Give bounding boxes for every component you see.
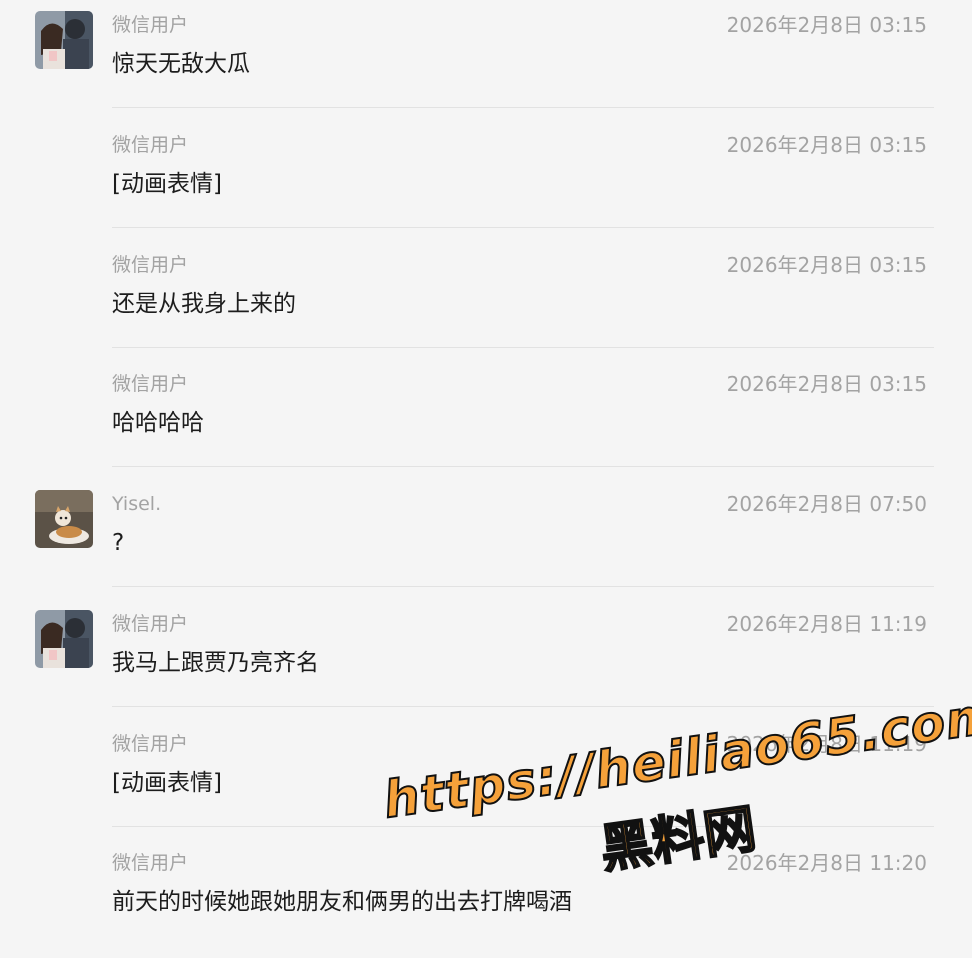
message-text: [动画表情] <box>112 171 222 197</box>
message-text: [动画表情] <box>112 770 222 796</box>
message-item[interactable]: Yisel. 2026年2月8日 07:50 ? <box>0 479 972 599</box>
message-timestamp: 2026年2月8日 11:19 <box>726 732 927 756</box>
message-text: ? <box>112 530 125 556</box>
message-item[interactable]: 微信用户 2026年2月8日 11:19 [动画表情] <box>0 719 972 839</box>
message-timestamp: 2026年2月8日 03:15 <box>726 253 927 277</box>
couple-photo-avatar-icon <box>35 11 93 69</box>
divider <box>112 826 934 827</box>
cat-with-cake-avatar-icon <box>35 490 93 548</box>
message-timestamp: 2026年2月8日 03:15 <box>726 372 927 396</box>
message-text: 哈哈哈哈 <box>112 410 204 436</box>
message-timestamp: 2026年2月8日 07:50 <box>726 492 927 516</box>
message-item[interactable]: 微信用户 2026年2月8日 03:15 还是从我身上来的 <box>0 240 972 360</box>
message-text: 前天的时候她跟她朋友和俩男的出去打牌喝酒 <box>112 889 572 915</box>
sender-name: 微信用户 <box>112 613 189 635</box>
message-item[interactable]: 微信用户 2026年2月8日 03:15 哈哈哈哈 <box>0 359 972 479</box>
sender-name: 微信用户 <box>112 134 189 156</box>
message-text: 惊天无敌大瓜 <box>112 51 250 77</box>
message-item[interactable]: 微信用户 2026年2月8日 03:15 惊天无敌大瓜 <box>0 0 972 120</box>
divider <box>112 706 934 707</box>
message-timestamp: 2026年2月8日 03:15 <box>726 133 927 157</box>
divider <box>112 466 934 467</box>
user-avatar[interactable] <box>35 490 93 548</box>
chat-message-list: 微信用户 2026年2月8日 03:15 惊天无敌大瓜 微信用户 2026年2月… <box>0 0 972 930</box>
user-avatar[interactable] <box>35 610 93 668</box>
divider <box>112 227 934 228</box>
message-timestamp: 2026年2月8日 11:20 <box>726 851 927 875</box>
sender-name: 微信用户 <box>112 852 189 874</box>
couple-photo-avatar-icon <box>35 610 93 668</box>
message-item[interactable]: 微信用户 2026年2月8日 11:20 前天的时候她跟她朋友和俩男的出去打牌喝… <box>0 838 972 958</box>
message-item[interactable]: 微信用户 2026年2月8日 11:19 我马上跟贾乃亮齐名 <box>0 599 972 719</box>
sender-name: 微信用户 <box>112 373 189 395</box>
sender-name: 微信用户 <box>112 733 189 755</box>
divider <box>112 107 934 108</box>
divider <box>112 586 934 587</box>
message-timestamp: 2026年2月8日 03:15 <box>726 13 927 37</box>
message-timestamp: 2026年2月8日 11:19 <box>726 612 927 636</box>
sender-name: 微信用户 <box>112 254 189 276</box>
sender-name: 微信用户 <box>112 14 189 36</box>
user-avatar[interactable] <box>35 11 93 69</box>
message-text: 我马上跟贾乃亮齐名 <box>112 650 319 676</box>
divider <box>112 347 934 348</box>
message-text: 还是从我身上来的 <box>112 291 296 317</box>
sender-name: Yisel. <box>112 493 162 515</box>
message-item[interactable]: 微信用户 2026年2月8日 03:15 [动画表情] <box>0 120 972 240</box>
